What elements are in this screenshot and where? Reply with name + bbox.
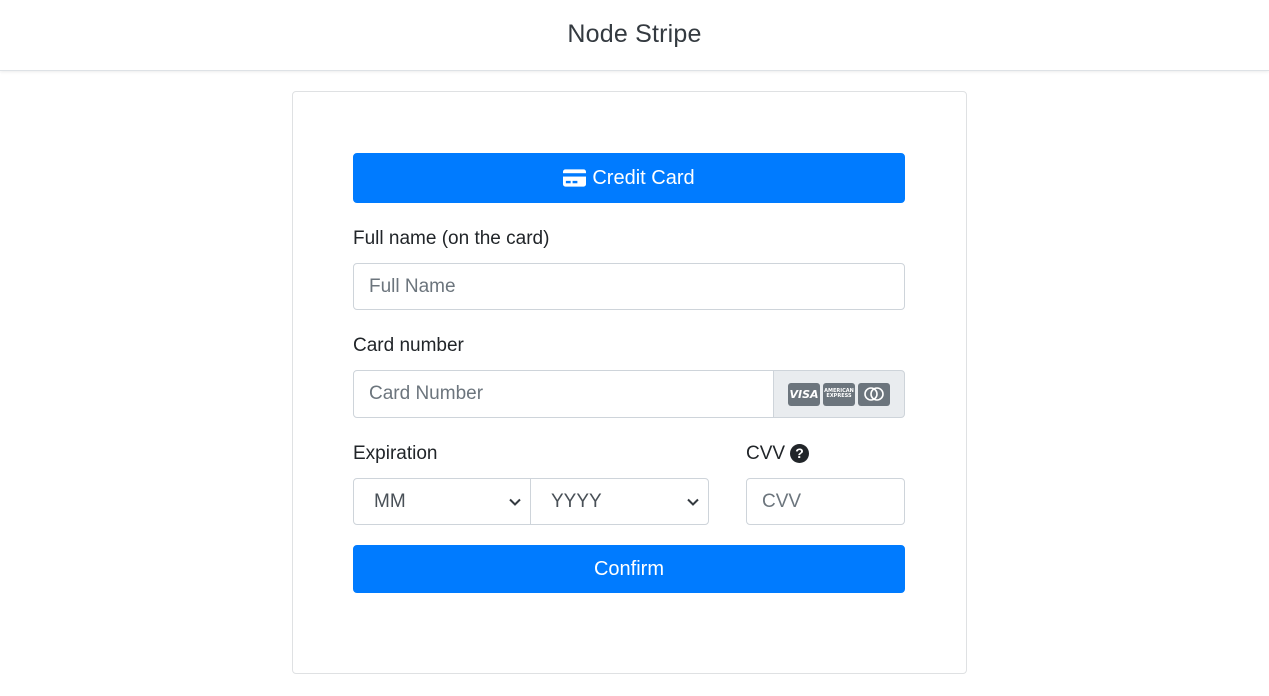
cardnumber-label: Card number bbox=[353, 335, 464, 356]
chevron-down-icon bbox=[509, 498, 521, 506]
payment-card: Credit Card Full name (on the card) Card… bbox=[292, 91, 967, 674]
fullname-label: Full name (on the card) bbox=[353, 228, 550, 249]
navbar: Node Stripe bbox=[0, 0, 1269, 71]
fullname-input[interactable] bbox=[353, 263, 905, 310]
expiration-label: Expiration bbox=[353, 443, 438, 464]
question-circle-icon[interactable]: ? bbox=[790, 443, 810, 463]
confirm-button[interactable]: Confirm bbox=[353, 545, 905, 593]
expiration-month-select[interactable]: MM bbox=[353, 478, 531, 525]
expiration-year-value: YYYY bbox=[551, 490, 602, 512]
expiration-year-select[interactable]: YYYY bbox=[530, 478, 709, 525]
expiration-month-value: MM bbox=[374, 490, 406, 512]
credit-card-tab[interactable]: Credit Card bbox=[353, 153, 905, 203]
payment-form: Credit Card Full name (on the card) Card… bbox=[353, 153, 905, 593]
cardnumber-group: VISA AMERICAN EXPRESS bbox=[353, 370, 905, 418]
cvv-label-text: CVV bbox=[746, 443, 786, 464]
chevron-down-icon bbox=[687, 498, 699, 506]
visa-icon: VISA bbox=[788, 382, 820, 406]
credit-card-tab-label: Credit Card bbox=[592, 166, 695, 189]
amex-icon: AMERICAN EXPRESS bbox=[823, 382, 855, 406]
cvv-label: CVV? bbox=[746, 443, 810, 465]
navbar-brand[interactable]: Node Stripe bbox=[567, 20, 701, 50]
credit-card-icon bbox=[563, 169, 587, 187]
cardnumber-input[interactable] bbox=[353, 370, 774, 418]
cvv-input[interactable] bbox=[746, 478, 905, 525]
mastercard-icon bbox=[858, 382, 890, 406]
card-brands-addon: VISA AMERICAN EXPRESS bbox=[773, 370, 905, 418]
